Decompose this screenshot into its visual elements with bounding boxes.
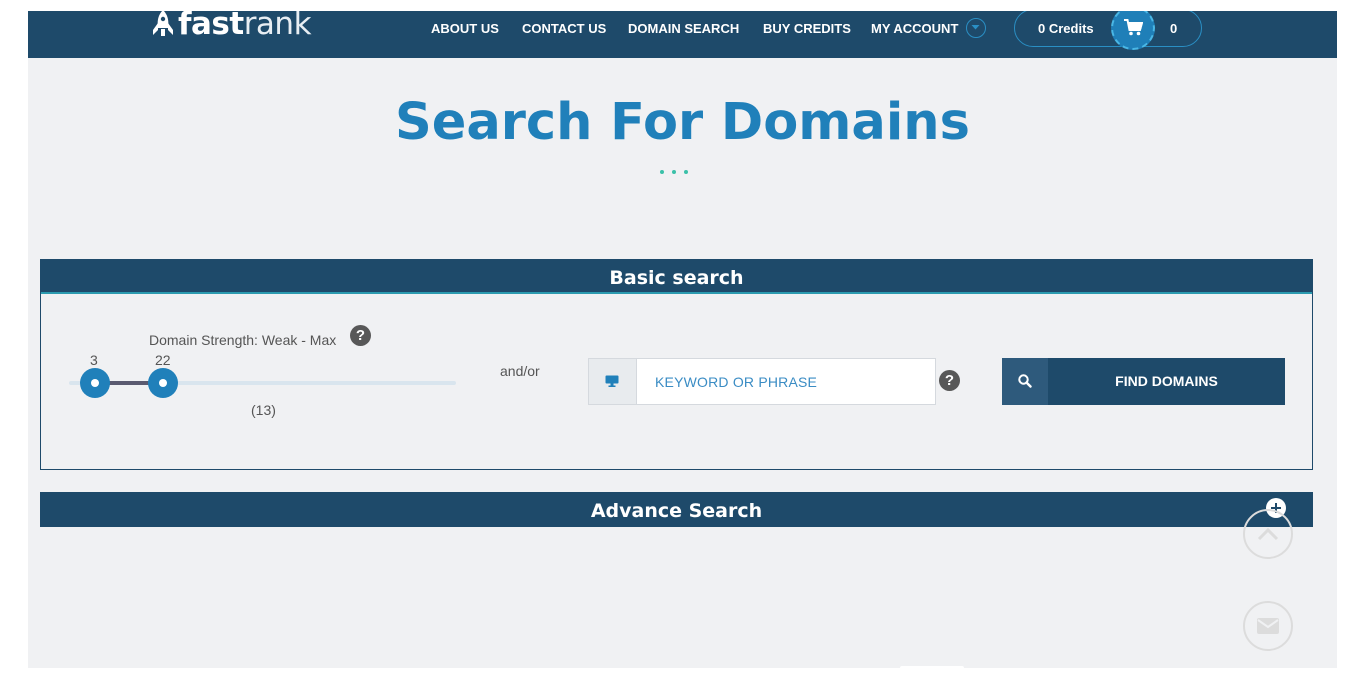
logo-text-bold: fast — [178, 11, 244, 42]
advance-search-toggle[interactable]: Advance Search — [40, 492, 1313, 527]
nav-buy-credits[interactable]: BUY CREDITS — [763, 21, 851, 36]
find-domains-label: FIND DOMAINS — [1115, 373, 1218, 389]
nav-domain-search[interactable]: DOMAIN SEARCH — [628, 21, 739, 36]
credits-balance: 0 Credits — [1038, 21, 1094, 36]
logo-text-light: rank — [243, 11, 312, 42]
chevron-up-icon — [1257, 527, 1279, 541]
chevron-down-icon — [971, 25, 980, 30]
keyword-input[interactable] — [637, 359, 933, 404]
cart-button[interactable] — [1111, 11, 1155, 50]
credits-cart-pill[interactable]: 0 Credits 0 — [1014, 11, 1202, 50]
scroll-to-top-button[interactable] — [1243, 509, 1293, 559]
fastrank-logo[interactable]: fast rank — [152, 11, 312, 42]
slider-min-value: 3 — [90, 352, 98, 368]
search-icon — [1002, 358, 1048, 405]
rocket-icon — [153, 11, 173, 36]
slider-min-handle[interactable] — [80, 368, 110, 398]
domain-strength-label: Domain Strength: Weak - Max — [149, 332, 337, 348]
slider-max-value: 22 — [155, 352, 171, 368]
slider-max-handle[interactable] — [148, 368, 178, 398]
page-frame: fast rank ABOUT US CONTACT US DOMAIN SEAR… — [28, 11, 1337, 668]
shopping-cart-icon — [1124, 19, 1143, 36]
contact-mail-button[interactable] — [1243, 601, 1293, 651]
cart-count: 0 — [1170, 21, 1178, 36]
top-navbar: fast rank ABOUT US CONTACT US DOMAIN SEAR… — [28, 11, 1337, 58]
page-title: Search For Domains — [395, 93, 970, 152]
keyword-help-icon[interactable]: ? — [939, 370, 960, 391]
title-divider-dots — [660, 170, 688, 174]
strength-help-icon[interactable]: ? — [350, 325, 371, 346]
bottom-tab-handle — [900, 666, 964, 668]
and-or-label: and/or — [500, 363, 540, 379]
desktop-icon — [589, 359, 637, 404]
nav-about-us[interactable]: ABOUT US — [431, 21, 499, 36]
find-domains-button[interactable]: FIND DOMAINS — [1002, 358, 1285, 405]
envelope-icon — [1257, 618, 1279, 634]
nav-my-account[interactable]: MY ACCOUNT — [871, 21, 958, 36]
basic-search-heading: Basic search — [41, 260, 1312, 294]
slider-range-count: (13) — [251, 402, 276, 418]
keyword-field-group — [588, 358, 936, 405]
nav-contact-us[interactable]: CONTACT US — [522, 21, 606, 36]
account-dropdown-toggle[interactable] — [966, 18, 986, 38]
basic-search-panel: Basic search Domain Strength: Weak - Max… — [40, 259, 1313, 470]
